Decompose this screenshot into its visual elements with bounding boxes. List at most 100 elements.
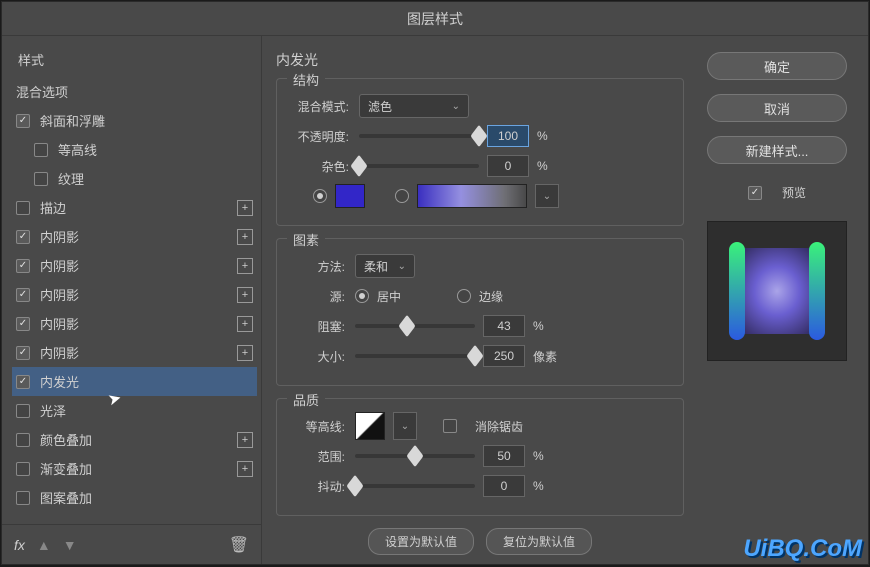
antialias-label: 消除锯齿 — [475, 418, 523, 435]
checkbox-icon[interactable] — [16, 375, 30, 389]
make-default-button[interactable]: 设置为默认值 — [368, 528, 474, 555]
slider-thumb-icon[interactable] — [346, 475, 363, 498]
style-label: 内阴影 — [40, 285, 237, 304]
source-center-radio[interactable] — [355, 289, 369, 303]
blending-options[interactable]: 混合选项 — [12, 77, 257, 106]
opacity-unit: % — [537, 129, 565, 143]
style-inner-glow[interactable]: 内发光 — [12, 367, 257, 396]
settings-panel: 内发光 结构 混合模式: 滤色 ⌄ 不透明度: % — [262, 36, 698, 564]
source-edge-radio[interactable] — [457, 289, 471, 303]
checkbox-icon[interactable] — [16, 317, 30, 331]
slider-thumb-icon[interactable] — [350, 155, 367, 178]
preview-shape — [737, 248, 817, 334]
blend-mode-row: 混合模式: 滤色 ⌄ — [291, 91, 669, 121]
checkbox-icon[interactable] — [16, 259, 30, 273]
style-inner-shadow-3[interactable]: 内阴影 + — [12, 280, 257, 309]
style-color-overlay[interactable]: 颜色叠加 + — [12, 425, 257, 454]
checkbox-icon[interactable] — [16, 201, 30, 215]
add-instance-icon[interactable]: + — [237, 461, 253, 477]
style-inner-shadow-1[interactable]: 内阴影 + — [12, 222, 257, 251]
checkbox-icon[interactable] — [16, 230, 30, 244]
delete-icon[interactable]: 🗑 — [229, 535, 249, 555]
group-title-quality: 品质 — [287, 390, 325, 409]
checkbox-icon[interactable] — [16, 114, 30, 128]
range-input[interactable] — [483, 445, 525, 467]
style-texture[interactable]: 纹理 — [12, 164, 257, 193]
jitter-slider[interactable] — [355, 484, 475, 488]
style-label: 颜色叠加 — [40, 430, 237, 449]
style-satin[interactable]: 光泽 — [12, 396, 257, 425]
cancel-button[interactable]: 取消 — [707, 94, 847, 122]
styles-sidebar: 样式 混合选项 斜面和浮雕 等高线 纹理 描边 — [2, 36, 262, 564]
contour-row: 等高线: ⌄ 消除锯齿 — [291, 411, 669, 441]
solid-color-radio[interactable] — [313, 189, 327, 203]
opacity-input[interactable] — [487, 125, 529, 147]
antialias-checkbox[interactable] — [443, 419, 457, 433]
slider-thumb-icon[interactable] — [470, 125, 487, 148]
slider-thumb-icon[interactable] — [398, 315, 415, 338]
contour-label: 等高线: — [291, 418, 347, 435]
checkbox-icon[interactable] — [16, 491, 30, 505]
style-label: 描边 — [40, 198, 237, 217]
technique-dropdown[interactable]: 柔和 ⌄ — [355, 254, 415, 278]
checkbox-icon[interactable] — [34, 172, 48, 186]
elements-group: 图素 方法: 柔和 ⌄ 源: 居中 边缘 阻塞: — [276, 238, 684, 386]
checkbox-icon[interactable] — [16, 346, 30, 360]
size-input[interactable] — [483, 345, 525, 367]
reset-default-button[interactable]: 复位为默认值 — [486, 528, 592, 555]
ok-button[interactable]: 确定 — [707, 52, 847, 80]
style-gradient-overlay[interactable]: 渐变叠加 + — [12, 454, 257, 483]
slider-thumb-icon[interactable] — [466, 345, 483, 368]
size-slider[interactable] — [355, 354, 475, 358]
range-slider[interactable] — [355, 454, 475, 458]
jitter-input[interactable] — [483, 475, 525, 497]
checkbox-icon[interactable] — [16, 404, 30, 418]
choke-input[interactable] — [483, 315, 525, 337]
checkbox-icon[interactable] — [16, 462, 30, 476]
style-label: 光泽 — [40, 401, 253, 420]
checkbox-icon[interactable] — [748, 186, 762, 200]
contour-swatch[interactable] — [355, 412, 385, 440]
checkbox-icon[interactable] — [34, 143, 48, 157]
noise-input[interactable] — [487, 155, 529, 177]
styles-header: 样式 — [12, 40, 257, 77]
gradient-dropdown-icon[interactable]: ⌄ — [535, 184, 559, 208]
choke-slider[interactable] — [355, 324, 475, 328]
add-instance-icon[interactable]: + — [237, 200, 253, 216]
style-contour[interactable]: 等高线 — [12, 135, 257, 164]
blend-mode-dropdown[interactable]: 滤色 ⌄ — [359, 94, 469, 118]
jitter-row: 抖动: % — [291, 471, 669, 501]
style-stroke[interactable]: 描边 + — [12, 193, 257, 222]
checkbox-icon[interactable] — [16, 433, 30, 447]
add-instance-icon[interactable]: + — [237, 345, 253, 361]
style-inner-shadow-2[interactable]: 内阴影 + — [12, 251, 257, 280]
right-panel: 确定 取消 新建样式... 预览 — [698, 36, 868, 564]
style-inner-shadow-4[interactable]: 内阴影 + — [12, 309, 257, 338]
slider-thumb-icon[interactable] — [406, 445, 423, 468]
add-instance-icon[interactable]: + — [237, 432, 253, 448]
glow-color-swatch[interactable] — [335, 184, 365, 208]
checkbox-icon[interactable] — [16, 288, 30, 302]
contour-dropdown-icon[interactable]: ⌄ — [393, 412, 417, 440]
source-label: 源: — [291, 288, 347, 305]
style-inner-shadow-5[interactable]: 内阴影 + — [12, 338, 257, 367]
new-style-button[interactable]: 新建样式... — [707, 136, 847, 164]
noise-slider[interactable] — [359, 164, 479, 168]
glow-gradient-swatch[interactable] — [417, 184, 527, 208]
move-down-icon[interactable]: ▼ — [63, 537, 77, 553]
fx-menu-icon[interactable]: fx — [14, 537, 25, 553]
style-pattern-overlay[interactable]: 图案叠加 — [12, 483, 257, 512]
preview-toggle[interactable]: 预览 — [748, 184, 806, 201]
gradient-radio[interactable] — [395, 189, 409, 203]
move-up-icon[interactable]: ▲ — [37, 537, 51, 553]
add-instance-icon[interactable]: + — [237, 287, 253, 303]
quality-group: 品质 等高线: ⌄ 消除锯齿 范围: % — [276, 398, 684, 516]
add-instance-icon[interactable]: + — [237, 258, 253, 274]
style-bevel[interactable]: 斜面和浮雕 — [12, 106, 257, 135]
add-instance-icon[interactable]: + — [237, 316, 253, 332]
add-instance-icon[interactable]: + — [237, 229, 253, 245]
size-row: 大小: 像素 — [291, 341, 669, 371]
styles-list[interactable]: 样式 混合选项 斜面和浮雕 等高线 纹理 描边 — [2, 36, 261, 524]
opacity-slider[interactable] — [359, 134, 479, 138]
title-text: 图层样式 — [407, 9, 463, 29]
